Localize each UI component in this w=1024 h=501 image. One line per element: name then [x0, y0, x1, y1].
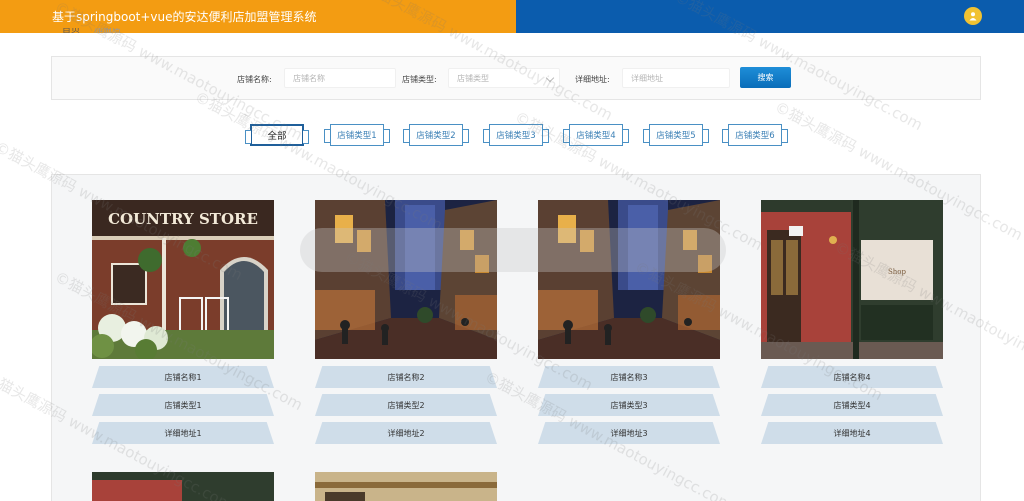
- shop-name-label: 店铺名称:: [237, 75, 272, 84]
- shop-type-label: 店铺类型:: [402, 75, 437, 84]
- app-title: 基于springboot+vue的安达便利店加盟管理系统: [52, 10, 317, 24]
- shop-address: 详细地址3: [538, 422, 720, 444]
- shop-type: 店铺类型3: [538, 394, 720, 416]
- app-header: 基于springboot+vue的安达便利店加盟管理系统: [0, 0, 1024, 33]
- tab-all[interactable]: 全部: [245, 124, 309, 146]
- shop-type-select[interactable]: [448, 68, 560, 88]
- user-avatar-icon[interactable]: [964, 7, 982, 25]
- shop-card[interactable]: [92, 472, 274, 501]
- shop-type: 店铺类型4: [761, 394, 943, 416]
- breadcrumb-current: 加盟店: [94, 28, 122, 35]
- shop-address: 详细地址1: [92, 422, 274, 444]
- shop-type: 店铺类型1: [92, 394, 274, 416]
- shop-name: 店铺名称4: [761, 366, 943, 388]
- shop-name-input[interactable]: [284, 68, 396, 88]
- tab-shop-type-4[interactable]: 店铺类型4: [563, 124, 629, 146]
- address-label: 详细地址:: [575, 75, 610, 84]
- svg-text:COUNTRY STORE: COUNTRY STORE: [108, 210, 258, 228]
- street-night-photo[interactable]: [315, 200, 497, 359]
- tab-shop-type-6[interactable]: 店铺类型6: [722, 124, 788, 146]
- shop-card[interactable]: [315, 472, 497, 501]
- svg-text:Shop: Shop: [888, 268, 907, 276]
- search-panel: 店铺名称: 店铺类型: 详细地址: 搜索: [51, 56, 981, 100]
- search-button[interactable]: 搜索: [740, 67, 791, 88]
- shop-grid: COUNTRY STORE 店铺名称1 店铺类型1 详细地址1 店铺名称2 店铺…: [51, 174, 981, 501]
- breadcrumb: 首页 加盟店: [62, 28, 121, 37]
- tab-shop-type-3[interactable]: 店铺类型3: [483, 124, 549, 146]
- shop-type: 店铺类型2: [315, 394, 497, 416]
- storefront-photo[interactable]: [315, 472, 497, 501]
- breadcrumb-home[interactable]: 首页: [62, 28, 80, 37]
- header-user-bar: [516, 0, 1024, 33]
- tab-shop-type-1[interactable]: 店铺类型1: [324, 124, 390, 146]
- brick-storefront-photo[interactable]: Shop: [761, 200, 943, 359]
- tab-shop-type-5[interactable]: 店铺类型5: [643, 124, 709, 146]
- tab-shop-type-2[interactable]: 店铺类型2: [403, 124, 469, 146]
- shop-address: 详细地址2: [315, 422, 497, 444]
- shop-name: 店铺名称3: [538, 366, 720, 388]
- shop-address: 详细地址4: [761, 422, 943, 444]
- street-night-photo[interactable]: [538, 200, 720, 359]
- category-tabs: 全部 店铺类型1 店铺类型2 店铺类型3 店铺类型4 店铺类型5 店铺类型6: [0, 124, 1024, 146]
- shop-name: 店铺名称2: [315, 366, 497, 388]
- country-store-photo[interactable]: COUNTRY STORE: [92, 200, 274, 359]
- brick-storefront-photo[interactable]: [92, 472, 274, 501]
- address-input[interactable]: [622, 68, 730, 88]
- shop-name: 店铺名称1: [92, 366, 274, 388]
